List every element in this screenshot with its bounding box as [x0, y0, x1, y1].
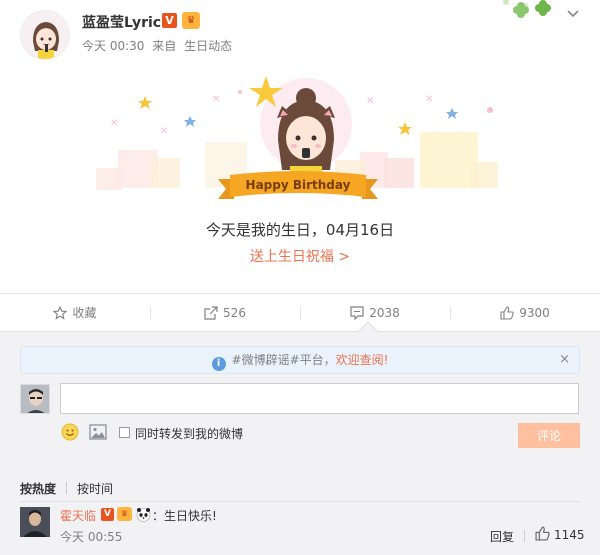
post-source[interactable]: 生日动态: [184, 39, 232, 53]
chevron-down-icon[interactable]: [565, 5, 581, 21]
commenter-avatar[interactable]: [20, 507, 50, 537]
vip-crown-icon: ♛: [117, 507, 132, 521]
comment-like-count[interactable]: 1145: [554, 528, 585, 542]
username[interactable]: 蓝盈莹Lyric: [82, 12, 161, 32]
verified-v-icon: V: [101, 508, 114, 521]
action-bar: 收藏 526 2038 9300: [0, 293, 600, 331]
svg-text:✕: ✕: [110, 118, 118, 129]
info-icon: i: [211, 357, 226, 371]
send-wishes-link[interactable]: 送上生日祝福 >: [0, 246, 600, 266]
star-outline-icon: [53, 305, 68, 320]
comment-section-border: [0, 331, 600, 332]
svg-text:✕: ✕: [425, 94, 433, 105]
my-avatar[interactable]: [20, 384, 50, 414]
like-button[interactable]: 9300: [450, 294, 600, 332]
svg-text:✕: ✕: [366, 96, 374, 107]
svg-text:✕: ✕: [160, 126, 168, 137]
verified-v-icon: V: [162, 13, 177, 28]
forward-checkbox[interactable]: [119, 427, 130, 438]
repost-button[interactable]: 526: [150, 294, 300, 332]
like-count: 9300: [519, 306, 550, 320]
favorite-button[interactable]: 收藏: [0, 294, 150, 332]
thumbs-up-icon: [500, 306, 514, 320]
sort-by-hot-tab[interactable]: 按热度: [20, 480, 56, 497]
share-box-icon: [204, 306, 218, 320]
svg-text:✕: ✕: [212, 94, 220, 105]
comment-time: 今天 00:55: [60, 530, 123, 544]
picture-icon[interactable]: [89, 424, 107, 440]
comment-input[interactable]: [60, 383, 579, 414]
commenter-name[interactable]: 霍天临: [60, 507, 96, 524]
reply-divider: [524, 530, 525, 542]
notice-bar: i #微博辟谣#平台，欢迎查阅! ×: [20, 346, 580, 374]
clover-decoration-icon: [486, 0, 570, 30]
notice-text[interactable]: #微博辟谣#平台，: [232, 353, 336, 367]
reply-button[interactable]: 回复: [490, 528, 514, 545]
post-meta: 今天 00:30 来自 生日动态: [82, 37, 236, 54]
post-header: 蓝盈莹Lyric V ♛ 今天 00:30 来自 生日动态: [0, 0, 600, 62]
notice-link[interactable]: 欢迎查阅!: [336, 353, 389, 367]
post-from: 来自: [152, 39, 177, 53]
comment-text: ：生日快乐!: [152, 509, 217, 523]
favorite-label: 收藏: [72, 306, 97, 320]
sort-divider: [66, 482, 67, 494]
user-avatar[interactable]: [20, 10, 70, 60]
repost-count: 526: [223, 306, 246, 320]
vip-crown-icon: ♛: [182, 12, 200, 29]
sort-underline: [20, 501, 580, 502]
notice-close-icon[interactable]: ×: [559, 347, 570, 373]
forward-checkbox-label[interactable]: 同时转发到我的微博: [135, 425, 243, 442]
happy-birthday-text: Happy Birthday: [245, 178, 351, 192]
panda-emoji-icon: [136, 508, 151, 522]
thumbs-up-icon[interactable]: [535, 526, 550, 541]
post-time[interactable]: 今天 00:30: [82, 39, 144, 53]
comment-bubble-icon: [350, 306, 364, 321]
comment-button[interactable]: 2038: [300, 294, 450, 332]
sort-by-time-tab[interactable]: 按时间: [77, 480, 113, 497]
smiley-icon[interactable]: [61, 423, 79, 441]
submit-comment-button[interactable]: 评论: [518, 423, 580, 448]
comment-count: 2038: [369, 306, 400, 320]
birthday-message: 今天是我的生日，04月16日: [205, 221, 395, 239]
